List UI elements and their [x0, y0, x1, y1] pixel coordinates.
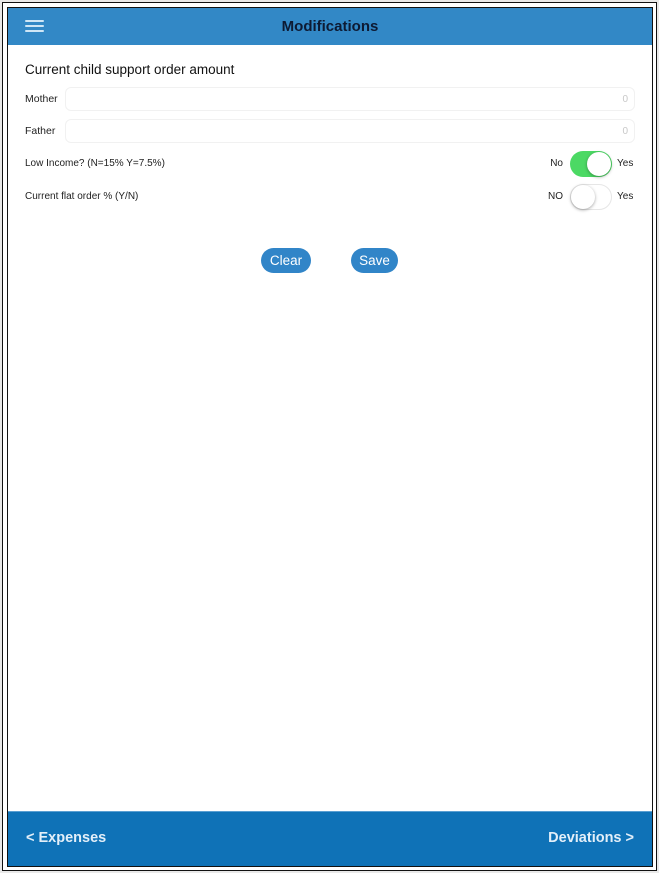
father-label: Father: [25, 125, 56, 137]
header-bar: Modifications: [8, 8, 652, 45]
low-income-row: Low Income? (N=15% Y=7.5%) No Yes: [25, 147, 635, 180]
form-content: Current child support order amount Mothe…: [25, 62, 635, 213]
save-button[interactable]: Save: [351, 248, 398, 273]
clear-button[interactable]: Clear: [261, 248, 311, 273]
footer-nav: < Expenses Deviations >: [8, 811, 652, 866]
app-screen: Modifications Current child support orde…: [7, 7, 653, 867]
action-buttons: Clear Save: [8, 248, 652, 273]
father-field-row: Father: [25, 115, 635, 147]
low-income-label: Low Income? (N=15% Y=7.5%): [25, 158, 165, 169]
mother-amount-input[interactable]: [65, 87, 635, 111]
page-title: Modifications: [281, 18, 379, 35]
menu-line: [25, 25, 44, 27]
mother-label: Mother: [25, 93, 58, 105]
section-title: Current child support order amount: [25, 62, 235, 77]
toggle-knob: [571, 184, 595, 209]
mother-field-row: Mother: [25, 83, 635, 115]
flat-order-toggle[interactable]: [570, 183, 612, 210]
toggle-knob: [587, 151, 611, 176]
father-amount-input[interactable]: [65, 119, 635, 143]
menu-line: [25, 20, 44, 22]
flat-order-label: Current flat order % (Y/N): [25, 191, 139, 202]
menu-line: [25, 30, 44, 32]
flat-order-row: Current flat order % (Y/N) NO Yes: [25, 180, 635, 213]
hamburger-menu-icon[interactable]: [25, 18, 44, 34]
low-income-no-label: No: [550, 158, 563, 169]
low-income-toggle[interactable]: [570, 150, 612, 177]
low-income-yes-label: Yes: [617, 158, 634, 169]
next-deviations-link[interactable]: Deviations >: [548, 830, 634, 846]
prev-expenses-link[interactable]: < Expenses: [26, 830, 106, 846]
flat-order-yes-label: Yes: [617, 191, 634, 202]
flat-order-no-label: NO: [548, 191, 563, 202]
